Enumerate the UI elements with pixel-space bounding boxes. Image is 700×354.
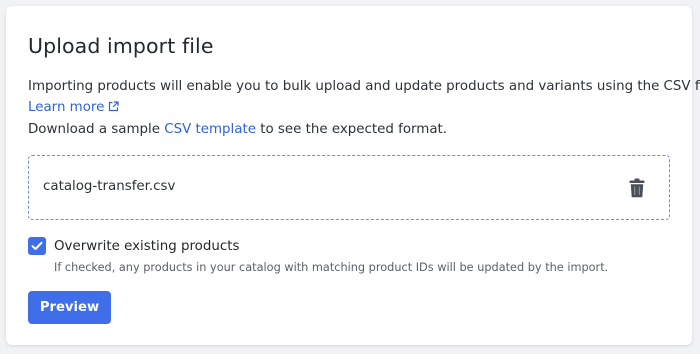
download-template-row: Download a sample CSV template to see th…: [28, 122, 447, 137]
file-name: catalog-transfer.csv: [43, 179, 176, 194]
download-suffix: to see the expected format.: [255, 122, 448, 137]
checkmark-icon: [31, 241, 43, 250]
learn-more-label: Learn more: [28, 100, 105, 115]
import-description: Importing products will enable you to bu…: [28, 79, 700, 94]
learn-more-row: Learn more: [28, 100, 119, 116]
download-prefix: Download a sample: [28, 122, 165, 137]
overwrite-help-text: If checked, any products in your catalog…: [54, 261, 609, 274]
preview-button[interactable]: Preview: [28, 291, 111, 324]
upload-import-card: Upload import file Importing products wi…: [6, 6, 700, 345]
learn-more-link[interactable]: Learn more: [28, 100, 119, 115]
csv-template-link[interactable]: CSV template: [164, 122, 256, 137]
external-link-icon: [108, 101, 119, 116]
overwrite-checkbox[interactable]: [28, 237, 46, 255]
trash-icon[interactable]: [629, 178, 645, 198]
card-title: Upload import file: [28, 34, 214, 58]
overwrite-label[interactable]: Overwrite existing products: [54, 239, 239, 254]
file-dropzone[interactable]: catalog-transfer.csv: [28, 155, 670, 220]
